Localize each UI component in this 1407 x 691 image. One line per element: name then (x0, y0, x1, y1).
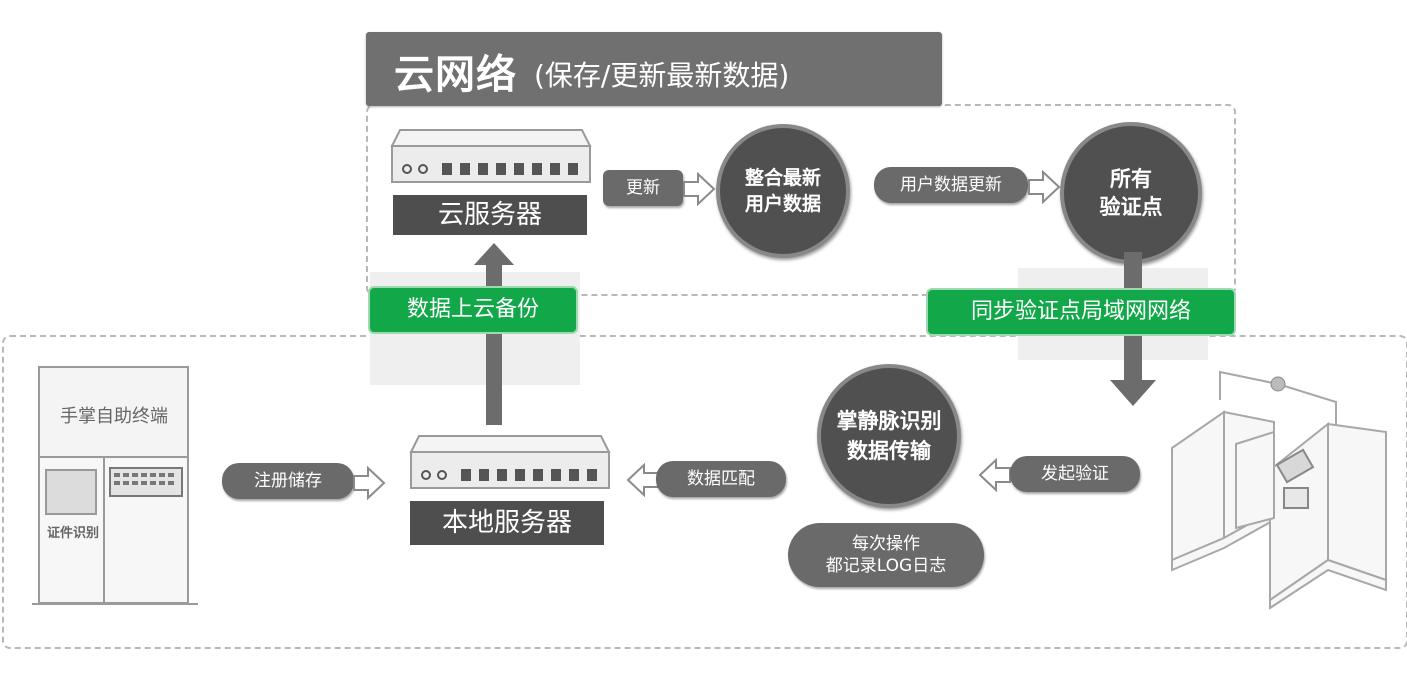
register-store-label: 注册储存 (222, 463, 354, 499)
user-update-arrow-icon (1028, 170, 1061, 204)
update-label: 更新 (603, 170, 683, 206)
data-match-label: 数据匹配 (656, 461, 786, 497)
palm-circle-line2: 数据传输 (847, 439, 931, 463)
match-arrow-icon (626, 463, 659, 497)
merge-circle-line2: 用户数据 (744, 193, 821, 215)
palm-circle-line1: 掌静脉识别 (836, 409, 942, 433)
user-data-update-label: 用户数据更新 (874, 167, 1028, 203)
log-line2: 都记录LOG日志 (825, 556, 947, 576)
cloud-backup-label: 数据上云备份 (368, 286, 578, 334)
backup-up-arrow-icon (474, 243, 514, 425)
id-recognition-label: 证件识别 (46, 526, 99, 541)
page-title: 云网络 (394, 52, 517, 98)
page-subtitle: (保存/更新最新数据) (534, 59, 790, 92)
all-points-line1: 所有 (1110, 167, 1152, 191)
cloud-server-label: 云服务器 (393, 195, 587, 235)
log-record-label: 每次操作 都记录LOG日志 (788, 523, 984, 587)
merge-user-data-circle: 整合最新 用户数据 (716, 124, 850, 258)
palm-vein-transfer-circle: 掌静脉识别 数据传输 (817, 364, 961, 508)
title-bar: 云网络 (保存/更新最新数据) (366, 32, 942, 106)
register-arrow-icon (353, 466, 386, 500)
sync-verify-network-label: 同步验证点局域网网络 (926, 288, 1236, 336)
initiate-verify-label: 发起验证 (1010, 456, 1140, 492)
merge-circle-line1: 整合最新 (744, 167, 821, 189)
turnstile-gate-icon (1171, 370, 1387, 610)
update-arrow-icon (683, 172, 716, 206)
all-points-line2: 验证点 (1099, 195, 1163, 219)
palm-kiosk-terminal-icon (32, 366, 198, 605)
local-server-label: 本地服务器 (410, 501, 604, 545)
cloud-server-icon (390, 129, 592, 183)
kiosk-title: 手掌自助终端 (60, 406, 168, 427)
local-server-icon (409, 435, 611, 489)
log-line1: 每次操作 (852, 534, 920, 554)
all-verify-points-circle: 所有 验证点 (1060, 122, 1202, 264)
verify-arrow-icon (978, 458, 1011, 492)
